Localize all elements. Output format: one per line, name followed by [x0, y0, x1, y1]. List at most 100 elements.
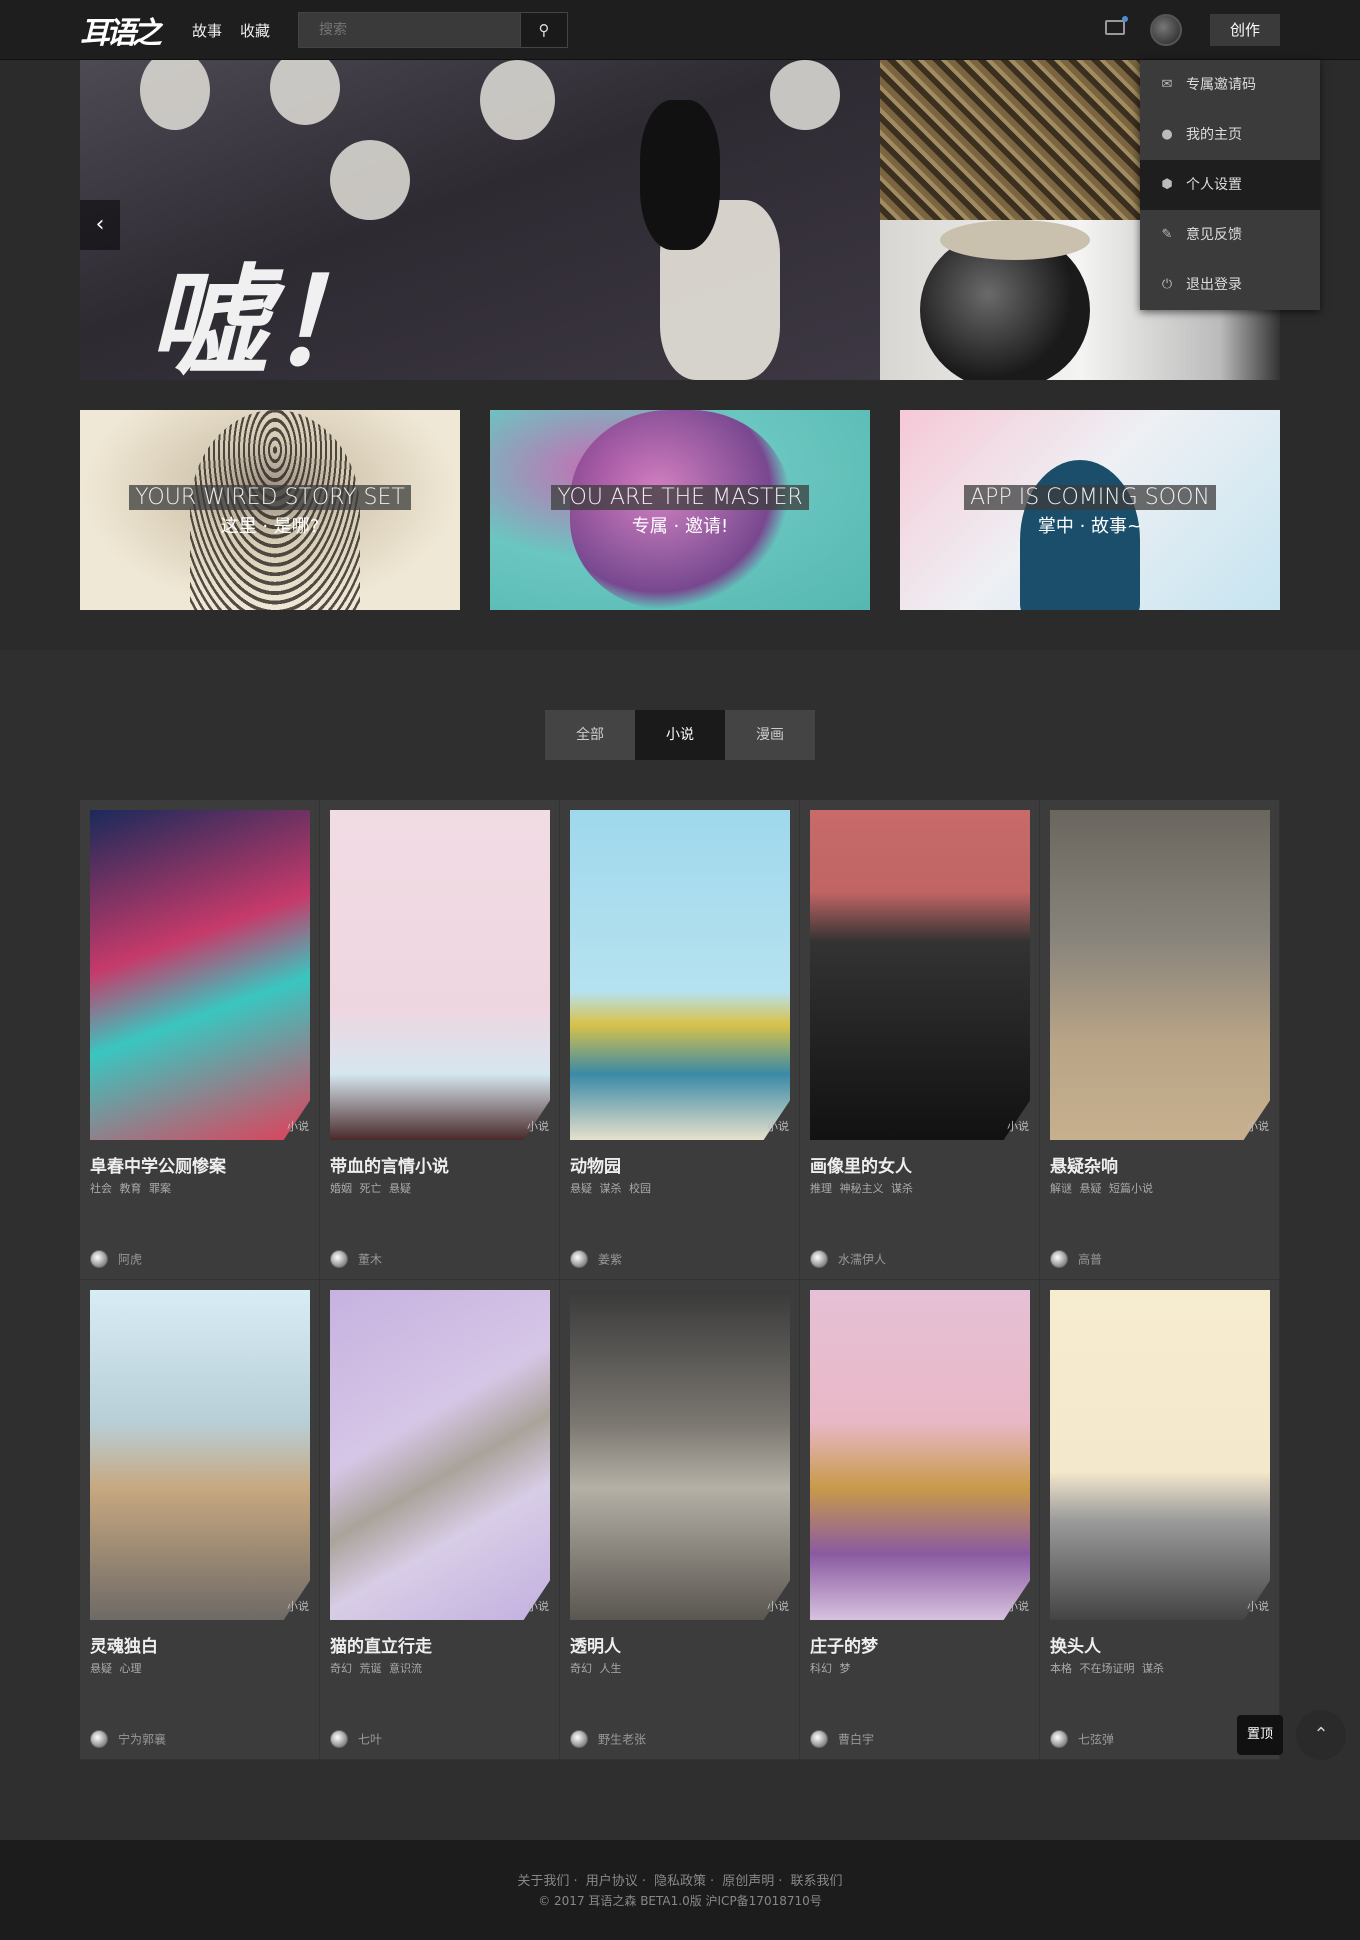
- category-label: 小说: [767, 1600, 789, 1613]
- story-card[interactable]: 小说 阜春中学公厕惨案 社会 教育 罪案 阿虎: [80, 800, 320, 1280]
- footer-link-contact[interactable]: 联系我们: [791, 1874, 843, 1889]
- search-button[interactable]: ⚲: [520, 12, 568, 48]
- category-label: 小说: [287, 1120, 309, 1133]
- author-name: 姜紫: [598, 1252, 623, 1267]
- category-label: 小说: [287, 1600, 309, 1613]
- story-cover[interactable]: [1050, 810, 1270, 1140]
- author-name: 高普: [1078, 1252, 1103, 1267]
- search-input[interactable]: [299, 13, 519, 47]
- author-name: 水濡伊人: [838, 1252, 887, 1267]
- home-icon: ●: [1161, 127, 1173, 142]
- banner-title-cn: 专属 · 邀请!: [631, 516, 729, 537]
- story-cover[interactable]: [570, 810, 790, 1140]
- dropdown-item-feedback[interactable]: ✎ 意见反馈: [1140, 210, 1320, 260]
- pencil-icon: ✎: [1161, 227, 1173, 242]
- story-tags: 奇幻 人生: [570, 1662, 622, 1675]
- nav-story[interactable]: 故事: [192, 20, 222, 41]
- author-avatar: [810, 1250, 828, 1268]
- hero-title: 嘘！: [148, 252, 388, 380]
- author-name: 曹白宇: [838, 1732, 875, 1747]
- story-title[interactable]: 阜春中学公厕惨案: [90, 1152, 226, 1177]
- story-card[interactable]: 小说 带血的言情小说 婚姻 死亡 悬疑 董木: [320, 800, 560, 1280]
- story-author[interactable]: 七弦弹: [1050, 1730, 1114, 1750]
- dropdown-item-invite-code[interactable]: ✉ 专属邀请码: [1140, 60, 1320, 110]
- banner-invite[interactable]: YOU ARE THE MASTER 专属 · 邀请!: [490, 410, 870, 610]
- story-tags: 悬疑 心理: [90, 1662, 142, 1675]
- banner-caption: YOU ARE THE MASTER 专属 · 邀请!: [490, 485, 870, 538]
- story-title[interactable]: 猫的直立行走: [330, 1632, 432, 1657]
- search-icon: ⚲: [538, 21, 550, 39]
- chevron-left-icon: ‹: [95, 212, 105, 237]
- nav-favorites[interactable]: 收藏: [240, 20, 270, 41]
- story-title[interactable]: 灵魂独白: [90, 1632, 158, 1657]
- gear-icon: ⬢: [1161, 177, 1173, 192]
- footer-link-originality[interactable]: 原创声明: [722, 1874, 774, 1889]
- story-card[interactable]: 小说 画像里的女人 推理 神秘主义 谋杀 水濡伊人: [800, 800, 1040, 1280]
- story-tags: 解谜 悬疑 短篇小说: [1050, 1182, 1153, 1195]
- author-avatar: [570, 1730, 588, 1748]
- banner-story-set[interactable]: YOUR WIRED STORY SET 这里 · 是哪?: [80, 410, 460, 610]
- create-button[interactable]: 创作: [1210, 14, 1280, 46]
- dropdown-item-label: 意见反馈: [1186, 227, 1242, 243]
- mail-icon[interactable]: [1105, 20, 1125, 35]
- story-card[interactable]: 小说 透明人 奇幻 人生 野生老张: [560, 1280, 800, 1760]
- category-tabs: 全部 小说 漫画: [545, 710, 815, 760]
- footer-link-terms[interactable]: 用户协议: [586, 1874, 638, 1889]
- story-cover[interactable]: [330, 810, 550, 1140]
- story-cover[interactable]: [90, 1290, 310, 1620]
- story-title[interactable]: 画像里的女人: [810, 1152, 912, 1177]
- logo[interactable]: 耳语之森: [80, 8, 170, 95]
- tab-novel[interactable]: 小说: [635, 710, 725, 760]
- carousel-prev-button[interactable]: ‹: [80, 200, 120, 250]
- story-title[interactable]: 动物园: [570, 1152, 621, 1177]
- story-author[interactable]: 阿虎: [90, 1250, 142, 1270]
- story-author[interactable]: 野生老张: [570, 1730, 646, 1750]
- story-author[interactable]: 宁为郭襄: [90, 1730, 166, 1750]
- tab-all[interactable]: 全部: [545, 710, 635, 760]
- author-avatar: [1050, 1250, 1068, 1268]
- puppet-head: [480, 60, 555, 140]
- story-title[interactable]: 庄子的梦: [810, 1632, 878, 1657]
- story-cover[interactable]: [90, 810, 310, 1140]
- story-cover[interactable]: [1050, 1290, 1270, 1620]
- story-tags: 悬疑 谋杀 校园: [570, 1182, 651, 1195]
- back-to-top-button[interactable]: ⌃: [1296, 1710, 1346, 1760]
- story-title[interactable]: 悬疑杂响: [1050, 1152, 1118, 1177]
- dropdown-item-homepage[interactable]: ● 我的主页: [1140, 110, 1320, 160]
- story-author[interactable]: 董木: [330, 1250, 382, 1270]
- story-cover[interactable]: [570, 1290, 790, 1620]
- dropdown-item-logout[interactable]: ⏻ 退出登录: [1140, 260, 1320, 310]
- banner-caption: APP IS COMING SOON 掌中 · 故事~: [900, 485, 1280, 538]
- story-title[interactable]: 换头人: [1050, 1632, 1101, 1657]
- tab-comic[interactable]: 漫画: [725, 710, 815, 760]
- back-to-top-label[interactable]: 置顶: [1237, 1715, 1283, 1755]
- dropdown-item-settings[interactable]: ⬢ 个人设置: [1140, 160, 1320, 210]
- story-title[interactable]: 透明人: [570, 1632, 621, 1657]
- author-avatar: [330, 1250, 348, 1268]
- story-author[interactable]: 水濡伊人: [810, 1250, 886, 1270]
- banner-title-cn: 掌中 · 故事~: [1037, 516, 1143, 537]
- hero-carousel-main[interactable]: 嘘！: [80, 60, 880, 380]
- nav-story-label: 故事: [192, 22, 223, 40]
- story-card[interactable]: 小说 庄子的梦 科幻 梦 曹白宇: [800, 1280, 1040, 1760]
- story-author[interactable]: 高普: [1050, 1250, 1102, 1270]
- footer-links: 关于我们 · 用户协议 · 隐私政策 · 原创声明 · 联系我们: [517, 1874, 843, 1889]
- story-card[interactable]: 小说 灵魂独白 悬疑 心理 宁为郭襄: [80, 1280, 320, 1760]
- story-card[interactable]: 小说 悬疑杂响 解谜 悬疑 短篇小说 高普: [1040, 800, 1280, 1280]
- story-author[interactable]: 曹白宇: [810, 1730, 874, 1750]
- user-avatar[interactable]: [1150, 14, 1182, 46]
- story-card[interactable]: 小说 换头人 本格 不在场证明 谋杀 七弦弹: [1040, 1280, 1280, 1760]
- story-card[interactable]: 小说 猫的直立行走 奇幻 荒诞 意识流 七叶: [320, 1280, 560, 1760]
- story-cover[interactable]: [810, 810, 1030, 1140]
- author-avatar: [330, 1730, 348, 1748]
- story-card[interactable]: 小说 动物园 悬疑 谋杀 校园 姜紫: [560, 800, 800, 1280]
- footer-link-privacy[interactable]: 隐私政策: [654, 1874, 706, 1889]
- story-title[interactable]: 带血的言情小说: [330, 1152, 449, 1177]
- story-cover[interactable]: [330, 1290, 550, 1620]
- story-cover[interactable]: [810, 1290, 1030, 1620]
- story-author[interactable]: 七叶: [330, 1730, 382, 1750]
- story-author[interactable]: 姜紫: [570, 1250, 622, 1270]
- story-tags: 推理 神秘主义 谋杀: [810, 1182, 913, 1195]
- footer-link-about[interactable]: 关于我们: [517, 1874, 569, 1889]
- banner-app[interactable]: APP IS COMING SOON 掌中 · 故事~: [900, 410, 1280, 610]
